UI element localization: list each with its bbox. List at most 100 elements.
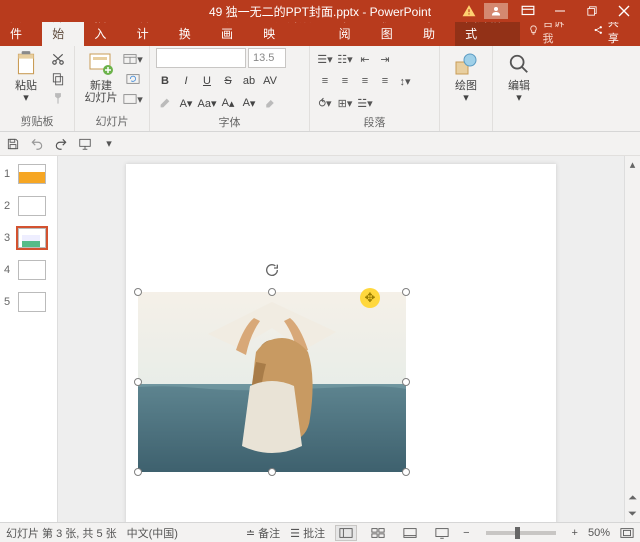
editing-button[interactable]: 编辑▾ <box>499 48 539 104</box>
notes-toggle[interactable]: ≐ 备注 <box>246 525 280 541</box>
bullets-button[interactable]: ☰▾ <box>316 50 334 68</box>
selected-picture[interactable]: ✥ <box>138 292 406 472</box>
align-text-button[interactable]: ⊞▾ <box>336 94 354 112</box>
comments-toggle[interactable]: ☰ 批注 <box>290 525 325 541</box>
resize-handle-nw[interactable] <box>134 288 142 296</box>
zoom-in-button[interactable]: + <box>572 527 578 539</box>
shrink-font-button[interactable]: A▾ <box>240 94 258 112</box>
resize-handle-w[interactable] <box>134 378 142 386</box>
scroll-next-slide[interactable]: ⏷ <box>625 506 640 522</box>
work-area: 1 2 3 4 5 <box>0 156 640 522</box>
align-left-button[interactable]: ≡ <box>316 72 334 90</box>
format-painter-button[interactable] <box>48 90 68 108</box>
reading-view-button[interactable] <box>399 525 421 541</box>
strike-button[interactable]: S <box>219 72 237 90</box>
resize-handle-sw[interactable] <box>134 468 142 476</box>
warning-icon[interactable] <box>462 4 476 18</box>
section-icon <box>123 93 137 105</box>
spacing-button[interactable]: AV <box>261 72 279 90</box>
sorter-view-button[interactable] <box>367 525 389 541</box>
font-family-combo[interactable] <box>156 48 246 68</box>
resize-handle-ne[interactable] <box>402 288 410 296</box>
align-center-button[interactable]: ≡ <box>336 72 354 90</box>
zoom-level[interactable]: 50% <box>588 527 610 539</box>
resize-handle-se[interactable] <box>402 468 410 476</box>
reading-view-icon <box>403 527 417 539</box>
thumbnail-2[interactable]: 2 <box>0 194 57 218</box>
qat-customize[interactable]: ▾ <box>100 135 118 153</box>
text-direction-button[interactable]: ⥀▾ <box>316 94 334 112</box>
zoom-slider[interactable] <box>486 531 556 535</box>
slide-editor[interactable]: ✥ <box>58 156 624 522</box>
slideshow-icon <box>78 137 92 151</box>
lang-indicator[interactable]: 中文(中国) <box>127 525 178 541</box>
grow-font-button[interactable]: A▴ <box>219 94 237 112</box>
bulb-icon <box>528 24 539 36</box>
highlight-button[interactable] <box>156 94 174 112</box>
slide-thumbnails: 1 2 3 4 5 <box>0 156 58 522</box>
group-slides: 新建 幻灯片 ▾ ▾ 幻灯片 <box>75 46 150 131</box>
sorter-view-icon <box>371 527 385 539</box>
slide-counter: 幻灯片 第 3 张, 共 5 张 <box>6 525 117 541</box>
numbering-button[interactable]: ☷▾ <box>336 50 354 68</box>
rotate-handle[interactable] <box>264 262 280 278</box>
reset-button[interactable] <box>123 70 143 88</box>
maximize-button[interactable] <box>576 0 608 22</box>
save-icon <box>6 137 20 151</box>
section-button[interactable]: ▾ <box>123 90 143 108</box>
slideshow-view-button[interactable] <box>431 525 453 541</box>
clear-format-button[interactable] <box>261 94 279 112</box>
minimize-button[interactable] <box>544 0 576 22</box>
normal-view-button[interactable] <box>335 525 357 541</box>
group-label: 字体 <box>156 112 303 132</box>
underline-button[interactable]: U <box>198 72 216 90</box>
paste-button[interactable]: 粘贴▾ <box>6 48 46 104</box>
new-slide-button[interactable]: 新建 幻灯片 <box>81 48 121 104</box>
indent-dec-button[interactable]: ⇤ <box>356 50 374 68</box>
thumbnail-5[interactable]: 5 <box>0 290 57 314</box>
group-clipboard: 粘贴▾ 剪贴板 <box>0 46 75 131</box>
account-icon[interactable] <box>480 0 512 22</box>
redo-button[interactable] <box>52 135 70 153</box>
start-slideshow-button[interactable] <box>76 135 94 153</box>
indent-inc-button[interactable]: ⇥ <box>376 50 394 68</box>
reset-icon <box>126 73 140 85</box>
copy-button[interactable] <box>48 70 68 88</box>
group-label: 剪贴板 <box>6 111 68 131</box>
save-button[interactable] <box>4 135 22 153</box>
close-button[interactable] <box>608 0 640 22</box>
brush-icon <box>51 92 65 106</box>
resize-handle-e[interactable] <box>402 378 410 386</box>
ribbon: 粘贴▾ 剪贴板 新建 幻灯片 ▾ ▾ 幻灯片 <box>0 46 640 132</box>
line-spacing-button[interactable]: ↕▾ <box>396 72 414 90</box>
scissors-icon <box>51 52 65 66</box>
eraser-icon <box>264 97 276 109</box>
italic-button[interactable]: I <box>177 72 195 90</box>
current-slide[interactable]: ✥ <box>126 164 556 522</box>
drawing-button[interactable]: 绘图▾ <box>446 48 486 104</box>
fit-icon <box>620 527 634 539</box>
slideshow-view-icon <box>435 527 449 539</box>
scroll-up[interactable]: ▴ <box>625 156 640 172</box>
resize-handle-n[interactable] <box>268 288 276 296</box>
fit-window-button[interactable] <box>620 527 634 539</box>
layout-button[interactable]: ▾ <box>123 50 143 68</box>
thumbnail-3[interactable]: 3 <box>0 226 57 250</box>
ribbon-display-icon[interactable] <box>512 0 544 22</box>
cut-button[interactable] <box>48 50 68 68</box>
undo-button[interactable] <box>28 135 46 153</box>
zoom-out-button[interactable]: − <box>463 527 469 539</box>
resize-handle-s[interactable] <box>268 468 276 476</box>
change-case-button[interactable]: Aa▾ <box>198 94 216 112</box>
shadow-button[interactable]: ab <box>240 72 258 90</box>
thumbnail-1[interactable]: 1 <box>0 162 57 186</box>
thumbnail-4[interactable]: 4 <box>0 258 57 282</box>
scroll-prev-slide[interactable]: ⏶ <box>625 490 640 506</box>
smart-art-button[interactable]: ☱▾ <box>356 94 374 112</box>
align-justify-button[interactable]: ≡ <box>376 72 394 90</box>
align-right-button[interactable]: ≡ <box>356 72 374 90</box>
font-size-combo[interactable]: 13.5 <box>248 48 286 68</box>
bold-button[interactable]: B <box>156 72 174 90</box>
font-color-button[interactable]: A▾ <box>177 94 195 112</box>
vertical-scrollbar[interactable]: ▴ ⏶ ⏷ <box>624 156 640 522</box>
